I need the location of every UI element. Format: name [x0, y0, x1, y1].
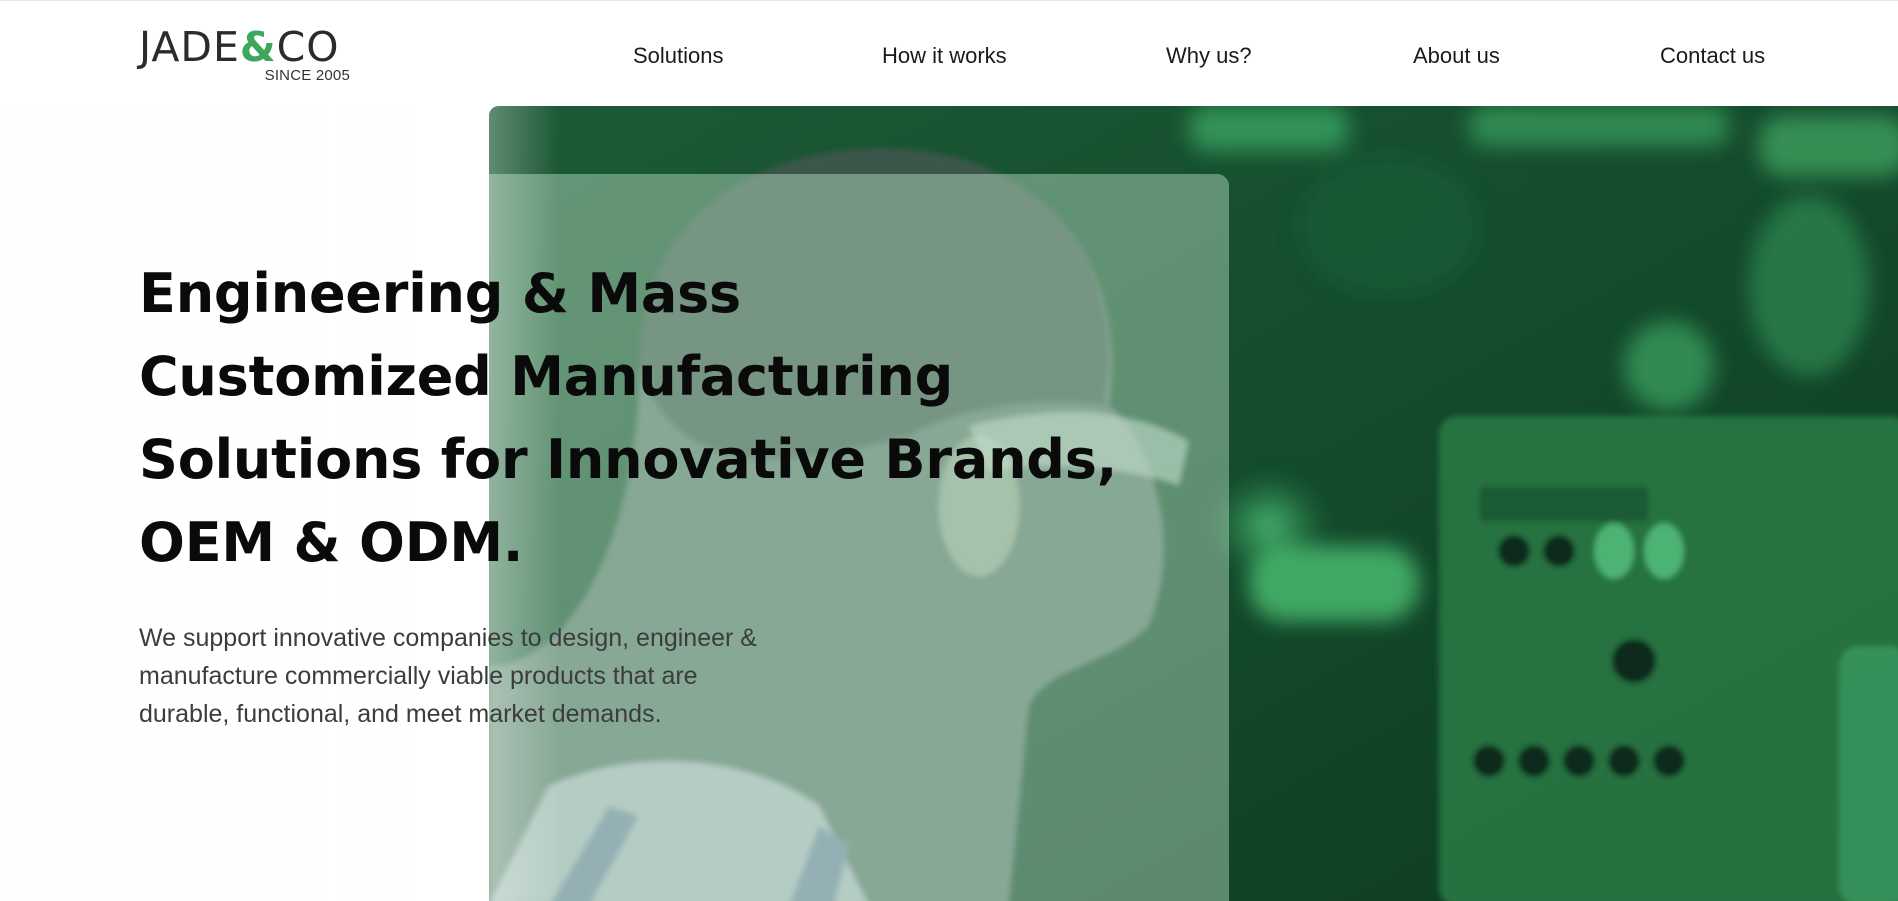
hero-subtitle: We support innovative companies to desig… [139, 619, 839, 733]
hero-title-line: Engineering & Mass [139, 262, 741, 325]
hero-title: Engineering & Mass Customized Manufactur… [139, 252, 1118, 584]
nav-solutions[interactable]: Solutions [633, 41, 724, 71]
hero-title-line: Solutions for Innovative Brands, [139, 428, 1118, 491]
hero-content: Engineering & Mass Customized Manufactur… [139, 252, 1118, 584]
site-header: JADE&CO SINCE 2005 Solutions How it work… [0, 1, 1898, 106]
nav-about-us[interactable]: About us [1413, 41, 1500, 71]
page: JADE&CO SINCE 2005 Solutions How it work… [0, 0, 1898, 901]
nav-how-it-works[interactable]: How it works [882, 41, 1007, 71]
hero-subtitle-line: We support innovative companies to desig… [139, 624, 757, 652]
nav-contact-us[interactable]: Contact us [1660, 41, 1765, 71]
main-nav: Solutions How it works Why us? About us … [0, 1, 1898, 106]
hero-subtitle-line: durable, functional, and meet market dem… [139, 700, 662, 728]
hero-title-line: OEM & ODM. [139, 511, 524, 574]
nav-why-us[interactable]: Why us? [1166, 41, 1252, 71]
hero-subtitle-line: manufacture commercially viable products… [139, 662, 698, 690]
hero-title-line: Customized Manufacturing [139, 345, 954, 408]
